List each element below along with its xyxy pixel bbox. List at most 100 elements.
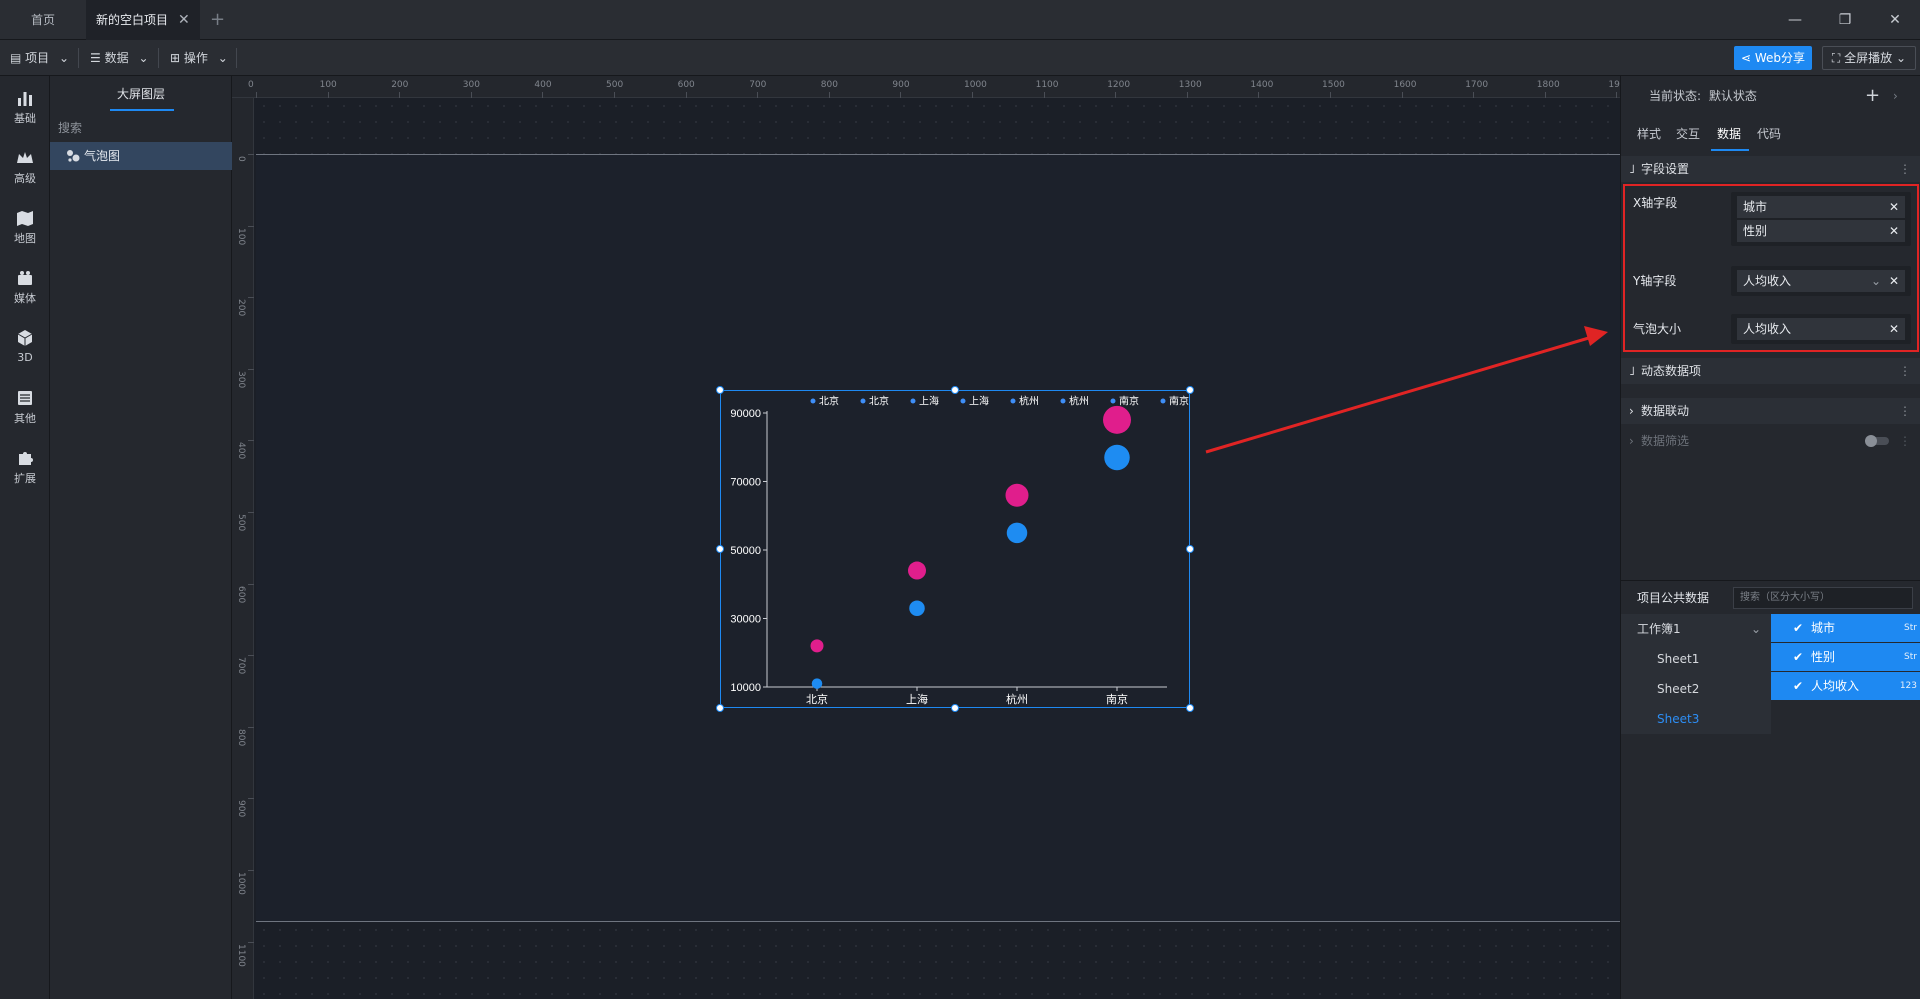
fullscreen-icon: ⛶ — [1831, 51, 1841, 65]
properties-panel: 当前状态: 默认状态 + › 样式 交互 数据 代码 ˩ 字段设置 ⋮ X轴字段… — [1620, 76, 1920, 999]
column-item[interactable]: ✔ 城市 Str — [1771, 614, 1920, 642]
bubble-point — [1103, 405, 1131, 434]
x-axis-field-list[interactable]: 城市 ✕ 性别 ✕ — [1731, 192, 1911, 246]
column-type: Str — [1904, 623, 1917, 633]
chevron-right-icon[interactable]: › — [1893, 76, 1898, 116]
data-linkage-section[interactable]: › 数据联动 ⋮ — [1621, 398, 1920, 424]
fullscreen-button[interactable]: ⛶ 全屏播放 ⌄ — [1822, 46, 1916, 70]
bubble-size-field[interactable]: 人均收入 ✕ — [1731, 314, 1911, 344]
field-settings-section[interactable]: ˩ 字段设置 ⋮ — [1621, 156, 1920, 182]
category-media[interactable]: 媒体 — [0, 262, 50, 322]
layers-panel: 大屏图层 搜索 气泡图 — [50, 76, 232, 999]
chevron-down-icon[interactable]: ⌄ — [1871, 270, 1881, 292]
close-window-icon[interactable]: ✕ — [1870, 0, 1920, 40]
ruler-label: 0 — [248, 80, 254, 90]
tab-home[interactable]: 首页 — [0, 0, 86, 40]
bubble-size-label: 气泡大小 — [1633, 322, 1682, 336]
resize-handle[interactable] — [716, 704, 724, 712]
more-icon[interactable]: ⋮ — [1899, 428, 1911, 454]
bubble-chart-widget[interactable]: 10000 30000 50000 70000 90000 北京 上海 杭州 南京 北京 北京 上海上… — [716, 386, 1194, 712]
column-item[interactable]: ✔ 性别 Str — [1771, 643, 1920, 671]
sheet-item[interactable]: Sheet2 — [1621, 674, 1771, 704]
x-field-tag[interactable]: 城市 ✕ — [1737, 196, 1905, 218]
public-data-search[interactable]: 搜索（区分大小写） — [1733, 587, 1913, 609]
category-3d[interactable]: 3D — [0, 322, 50, 382]
chevron-down-icon: ⌄ — [217, 51, 228, 65]
x-axis-field-label: X轴字段 — [1633, 196, 1678, 210]
workbook-tree: 工作簿1 ⌄ Sheet1 Sheet2 Sheet3 — [1621, 614, 1771, 734]
legend-label: 杭州 — [1019, 395, 1039, 408]
category-label: 媒体 — [14, 292, 36, 305]
tab-interaction[interactable]: 交互 — [1676, 116, 1700, 152]
web-share-label: Web分享 — [1754, 51, 1806, 65]
legend-marker — [910, 398, 916, 404]
chevron-down-icon: ⌄ — [59, 51, 70, 65]
tab-close-icon[interactable]: ✕ — [178, 0, 190, 40]
resize-handle[interactable] — [1186, 704, 1194, 712]
resize-handle[interactable] — [716, 386, 724, 394]
layers-title[interactable]: 大屏图层 — [50, 76, 232, 112]
bubble-point — [1104, 444, 1130, 471]
current-state[interactable]: 当前状态: 默认状态 — [1649, 76, 1757, 116]
project-menu[interactable]: ▤ 项目 ⌄ — [10, 40, 69, 76]
ruler-label: 500 — [236, 514, 246, 532]
category-map[interactable]: 地图 — [0, 202, 50, 262]
data-filter-section[interactable]: › 数据筛选 ⋮ — [1621, 428, 1920, 454]
y-tick-label: 70000 — [730, 477, 761, 489]
resize-handle[interactable] — [1186, 386, 1194, 394]
remove-icon[interactable]: ✕ — [1889, 270, 1899, 292]
web-share-button[interactable]: ⋖ Web分享 — [1734, 46, 1812, 70]
y-field-tag[interactable]: 人均收入 ⌄ ✕ — [1737, 270, 1905, 292]
ruler-label: 400 — [236, 442, 246, 460]
more-icon[interactable]: ⋮ — [1899, 398, 1911, 424]
data-menu[interactable]: ☰ 数据 ⌄ — [90, 40, 149, 76]
ruler-label: 400 — [534, 80, 552, 90]
check-icon: ✔ — [1793, 679, 1804, 693]
tab-style[interactable]: 样式 — [1637, 116, 1661, 152]
operate-menu[interactable]: ⊞ 操作 ⌄ — [170, 40, 228, 76]
remove-icon[interactable]: ✕ — [1889, 220, 1899, 242]
remove-icon[interactable]: ✕ — [1889, 318, 1899, 340]
field-settings-highlight: X轴字段 城市 ✕ 性别 ✕ Y轴字段 人均收入 ⌄ ✕ 气泡大小 人均收入 ✕ — [1623, 184, 1919, 352]
x-field-tag[interactable]: 性别 ✕ — [1737, 220, 1905, 242]
more-icon[interactable]: ⋮ — [1899, 156, 1911, 182]
sheet-item-active[interactable]: Sheet3 — [1621, 704, 1771, 734]
operate-menu-label: 操作 — [183, 51, 208, 65]
dynamic-data-section[interactable]: ˩ 动态数据项 ⋮ — [1621, 358, 1920, 384]
category-advanced[interactable]: 高级 — [0, 142, 50, 202]
workbook-item[interactable]: 工作簿1 ⌄ — [1621, 614, 1771, 644]
ruler-tick — [248, 440, 254, 442]
tab-data[interactable]: 数据 — [1717, 116, 1741, 152]
ruler-label: 1200 — [1107, 80, 1131, 90]
ruler-label: 1100 — [236, 943, 246, 967]
resize-handle[interactable] — [951, 704, 959, 712]
section-title: 数据筛选 — [1641, 434, 1690, 448]
restore-icon[interactable]: ❐ — [1820, 0, 1870, 40]
ruler-label: 800 — [236, 728, 246, 746]
resize-handle[interactable] — [951, 386, 959, 394]
map-icon — [17, 211, 33, 226]
more-icon[interactable]: ⋮ — [1899, 358, 1911, 384]
ruler-label: 300 — [462, 80, 480, 90]
category-label: 地图 — [14, 232, 36, 245]
y-tick-label: 30000 — [730, 614, 761, 626]
chevron-down-icon[interactable]: ⌄ — [1751, 614, 1761, 644]
minimize-icon[interactable]: — — [1770, 0, 1820, 40]
layer-search-input[interactable]: 搜索 — [58, 116, 224, 140]
remove-icon[interactable]: ✕ — [1889, 196, 1899, 218]
bubble-field-tag[interactable]: 人均收入 ✕ — [1737, 318, 1905, 340]
sheet-item[interactable]: Sheet1 — [1621, 644, 1771, 674]
category-extension[interactable]: 扩展 — [0, 442, 50, 502]
layer-item-bubble-chart[interactable]: 气泡图 — [50, 142, 232, 170]
resize-handle[interactable] — [1186, 545, 1194, 553]
category-other[interactable]: 其他 — [0, 382, 50, 442]
add-tab-icon[interactable]: + — [210, 0, 225, 40]
tab-code[interactable]: 代码 — [1757, 116, 1781, 152]
ruler-label: 1000 — [964, 80, 987, 90]
resize-handle[interactable] — [716, 545, 724, 553]
category-basic[interactable]: 基础 — [0, 82, 50, 142]
add-state-icon[interactable]: + — [1865, 76, 1880, 116]
column-item[interactable]: ✔ 人均收入 123 — [1771, 672, 1920, 700]
y-axis-field-select[interactable]: 人均收入 ⌄ ✕ — [1731, 266, 1911, 296]
chevron-right-icon: › — [1629, 404, 1634, 418]
